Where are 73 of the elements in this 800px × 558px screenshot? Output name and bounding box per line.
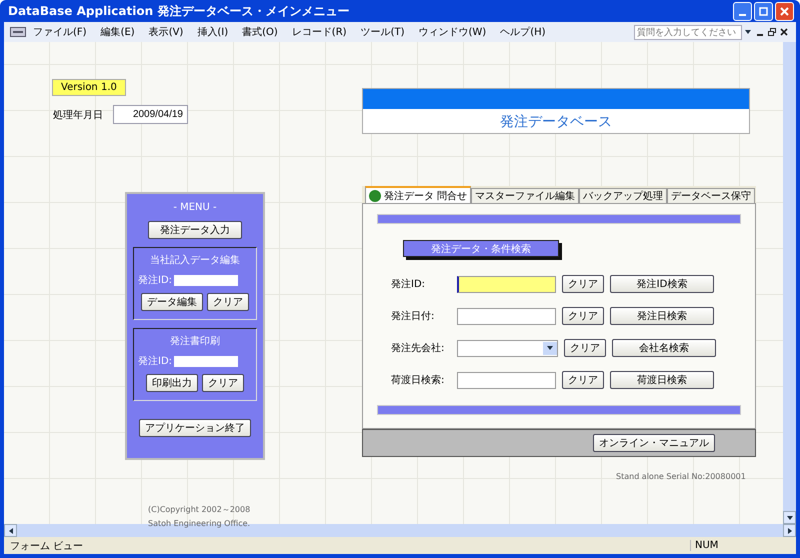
id-label: 発注ID: [138, 354, 172, 368]
entry-button[interactable]: 発注データ入力 [148, 221, 242, 239]
dropdown-button[interactable] [543, 342, 557, 354]
search-field[interactable] [457, 308, 556, 324]
tab[interactable]: マスターファイル編集 [471, 188, 580, 203]
minimize-icon [739, 14, 746, 16]
scroll-down-button[interactable] [783, 511, 796, 524]
exit-button[interactable]: アプリケーション終了 [139, 419, 251, 437]
field-label: 発注先会社: [391, 342, 446, 355]
close-button[interactable] [775, 2, 794, 20]
clear-button[interactable]: クリア [564, 339, 606, 357]
clear-button[interactable]: クリア [562, 371, 604, 389]
section-heading: 発注データ・条件検索 [403, 240, 559, 257]
version-label: Version 1.0 [52, 79, 126, 96]
help-search-field[interactable]: 質問を入力してください [634, 24, 742, 40]
caret-icon [6, 526, 14, 534]
menu-item[interactable]: ウィンドウ(W) [411, 25, 494, 39]
help-icon [369, 190, 381, 202]
tab[interactable]: データベース保守 [667, 188, 756, 203]
manual-button[interactable]: オンライン・マニュアル [593, 434, 715, 452]
group-title: 発注書印刷 [170, 334, 220, 348]
field-label: 発注ID: [391, 278, 426, 291]
menu-item[interactable]: レコード(R) [284, 25, 354, 39]
banner-title: 発注データベース [500, 113, 612, 131]
tab[interactable]: 発注データ 問合せ [365, 186, 472, 203]
close-icon [780, 6, 789, 16]
copyright-text: (C)Copyright 2002～2008 [148, 505, 250, 514]
id-label: 発注ID: [138, 274, 172, 287]
num-indicator: NUM [690, 540, 730, 551]
clear-button[interactable]: クリア [562, 307, 604, 325]
copyright-text: Satoh Engineering Office. [148, 519, 250, 528]
clear-button[interactable]: クリア [562, 275, 604, 293]
menu-item[interactable]: 書式(O) [235, 25, 285, 39]
id-field[interactable] [174, 274, 238, 286]
tab[interactable]: バックアップ処理 [579, 188, 668, 203]
action-button[interactable]: 印刷出力 [146, 374, 198, 392]
status-text: フォーム ビュー [10, 540, 84, 552]
window-title: DataBase Application 発注データベース・メインメニュー [8, 2, 350, 20]
vertical-scrollbar[interactable] [783, 42, 796, 524]
menu-item[interactable]: 表示(V) [142, 25, 190, 39]
menu-item[interactable]: ヘルプ(H) [493, 25, 553, 39]
scroll-right-button[interactable] [783, 524, 796, 537]
date-field[interactable]: 2009/04/19 [113, 105, 188, 124]
clear-button[interactable]: クリア [202, 374, 244, 392]
scroll-left-button[interactable] [4, 524, 17, 537]
menu-heading: - MENU - [173, 202, 217, 213]
search-button[interactable]: 荷渡日検索 [610, 371, 714, 389]
caret-icon [546, 344, 554, 352]
menu-item[interactable]: 編集(E) [94, 25, 142, 39]
id-field[interactable] [174, 356, 238, 366]
menu-item[interactable]: ツール(T) [354, 25, 412, 39]
search-field[interactable] [457, 276, 556, 292]
minimize-icon [757, 34, 763, 36]
action-button[interactable]: データ編集 [141, 293, 203, 311]
restore-icon [768, 28, 776, 36]
menu-item[interactable]: 挿入(I) [190, 25, 236, 39]
search-button[interactable]: 発注ID検索 [610, 275, 714, 293]
menu-item[interactable]: ファイル(F) [26, 25, 94, 39]
field-label: 荷渡日検索: [391, 374, 446, 387]
minimize-button[interactable] [733, 2, 752, 20]
clear-button[interactable]: クリア [207, 293, 249, 311]
search-button[interactable]: 会社名検索 [612, 339, 716, 357]
maximize-button[interactable] [754, 2, 773, 20]
maximize-icon [759, 6, 768, 16]
date-label: 処理年月日 [53, 108, 103, 122]
serial-text: Stand alone Serial No:20080001 [616, 472, 746, 481]
caret-icon [744, 28, 752, 36]
close-icon [780, 28, 788, 36]
search-button[interactable]: 発注日検索 [610, 307, 714, 325]
group-title: 当社記入データ編集 [150, 254, 240, 267]
form-icon [10, 27, 26, 37]
field-label: 発注日付: [391, 310, 436, 323]
search-field[interactable] [457, 372, 556, 388]
